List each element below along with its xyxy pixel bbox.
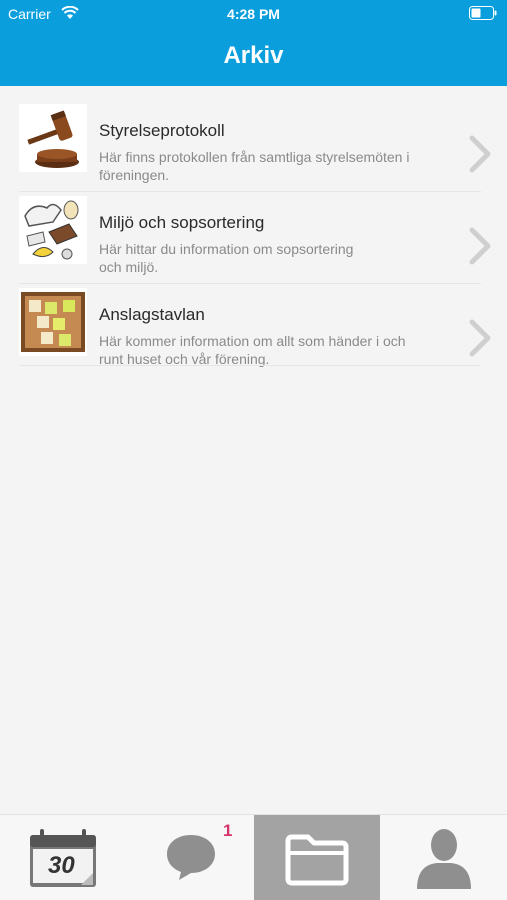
item-description: Här finns protokollen från samtliga styr… bbox=[99, 149, 410, 183]
header: Carrier 4:28 PM Arkiv bbox=[0, 0, 507, 86]
folder-icon bbox=[284, 831, 350, 892]
bulletin-board-icon bbox=[19, 288, 87, 356]
chat-icon bbox=[165, 833, 217, 886]
list-item-anslagstavlan[interactable]: Anslagstavlan Här kommer information om … bbox=[0, 284, 507, 376]
divider bbox=[19, 365, 481, 366]
item-description: Här kommer information om allt som hände… bbox=[99, 333, 406, 367]
tab-profile[interactable] bbox=[381, 815, 507, 900]
calendar-icon: 30 bbox=[26, 829, 102, 894]
calendar-day: 30 bbox=[48, 852, 75, 879]
notification-badge: 1 bbox=[223, 821, 233, 840]
chevron-right-icon bbox=[466, 318, 496, 363]
gavel-icon bbox=[19, 104, 87, 172]
person-icon bbox=[411, 825, 477, 896]
item-title: Anslagstavlan bbox=[99, 305, 205, 324]
list-item-styrelseprotokoll[interactable]: Styrelseprotokoll Här finns protokollen … bbox=[0, 100, 507, 192]
tab-archive[interactable] bbox=[254, 815, 380, 900]
tab-bar: 30 1 bbox=[0, 814, 507, 900]
chevron-right-icon bbox=[466, 134, 496, 179]
item-title: Miljö och sopsortering bbox=[99, 213, 265, 232]
garbage-icon bbox=[19, 196, 87, 264]
item-description: Här hittar du information om sopsorterin… bbox=[99, 241, 354, 275]
battery-icon bbox=[469, 6, 497, 23]
item-title: Styrelseprotokoll bbox=[99, 121, 225, 140]
page-title: Arkiv bbox=[223, 42, 284, 69]
chevron-right-icon bbox=[466, 226, 496, 271]
status-time: 4:28 PM bbox=[227, 6, 280, 22]
status-bar: Carrier 4:28 PM bbox=[0, 0, 507, 28]
tab-calendar[interactable]: 30 bbox=[0, 815, 126, 900]
tab-messages[interactable] bbox=[127, 815, 253, 900]
list-item-miljo[interactable]: Miljö och sopsortering Här hittar du inf… bbox=[0, 192, 507, 284]
